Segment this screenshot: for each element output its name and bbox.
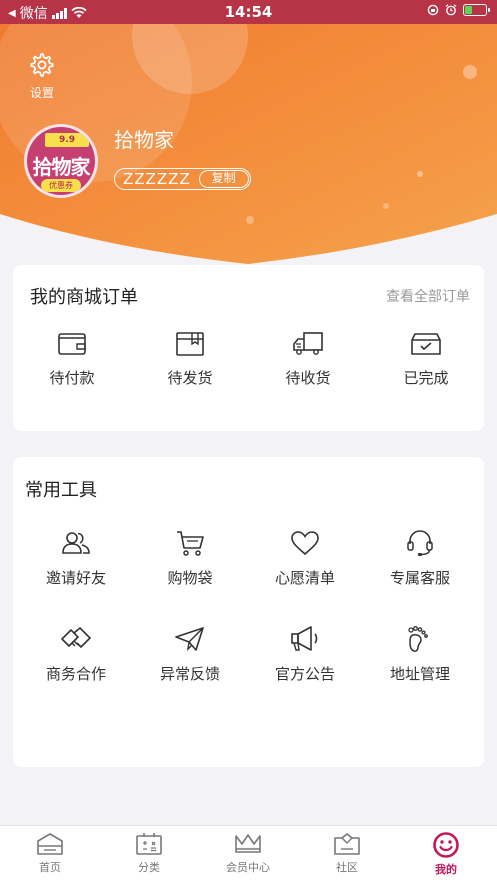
tab-community[interactable]: 社区: [307, 832, 387, 875]
battery-fill: [465, 6, 472, 14]
tool-shopping-bag[interactable]: 购物袋: [131, 529, 249, 588]
tool-label: 商务合作: [45, 665, 106, 683]
avatar[interactable]: 9.9 拾物家 优惠券: [24, 124, 98, 198]
status-bar-right: [427, 4, 490, 16]
tool-label: 心愿清单: [274, 569, 335, 587]
tool-customer-service[interactable]: 专属客服: [361, 529, 479, 588]
paper-plane-icon: [175, 627, 204, 651]
truck-icon: [293, 332, 323, 355]
tool-label: 异常反馈: [159, 665, 220, 683]
cart-icon: [177, 531, 204, 556]
view-all-orders-link[interactable]: 查看全部订单: [386, 286, 470, 306]
tab-label: 首页: [39, 861, 61, 874]
order-label: 已完成: [403, 369, 449, 387]
tab-bar: 首页 分类 会员中心 社区 我的: [0, 825, 497, 883]
user-id: ZZZZZZ: [123, 170, 191, 188]
category-icon: [136, 833, 162, 855]
order-completed[interactable]: 已完成: [367, 331, 485, 388]
order-label: 待发货: [167, 369, 213, 387]
orders-card: 我的商城订单 查看全部订单 待付款 待发货 待收货 已完成: [13, 265, 484, 431]
order-label: 待付款: [49, 369, 95, 387]
footprint-icon: [408, 626, 428, 652]
tab-label: 分类: [138, 861, 160, 874]
handshake-icon: [61, 627, 91, 648]
status-bar: ◀ 微信 14:54: [0, 0, 497, 24]
tab-category[interactable]: 分类: [109, 832, 189, 875]
home-icon: [37, 833, 63, 855]
tool-business-cooperation[interactable]: 商务合作: [17, 625, 135, 684]
tool-label: 地址管理: [389, 665, 450, 683]
status-time: 14:54: [224, 3, 273, 21]
smile-icon: [433, 832, 459, 858]
tab-home[interactable]: 首页: [10, 832, 90, 875]
box-check-icon: [411, 333, 441, 355]
users-icon: [62, 532, 90, 554]
package-icon: [176, 332, 204, 356]
order-label: 待收货: [285, 369, 331, 387]
tab-label: 我的: [435, 863, 457, 876]
user-id-pill: ZZZZZZ 复制: [114, 168, 251, 190]
tool-wishlist[interactable]: 心愿清单: [246, 529, 364, 588]
crown-icon: [235, 834, 261, 853]
wallet-icon: [58, 333, 86, 355]
heart-icon: [291, 531, 319, 556]
tool-feedback[interactable]: 异常反馈: [131, 625, 249, 684]
battery-icon: [463, 4, 490, 16]
tools-title: 常用工具: [25, 480, 97, 501]
orders-title: 我的商城订单: [30, 287, 138, 308]
user-name: 拾物家: [114, 128, 174, 152]
tool-label: 专属客服: [389, 569, 450, 587]
megaphone-icon: [291, 626, 318, 651]
tool-label: 官方公告: [274, 665, 335, 683]
headset-icon: [407, 530, 433, 556]
tab-member-center[interactable]: 会员中心: [208, 832, 288, 875]
rotation-lock-icon: [427, 4, 439, 16]
order-pending-payment[interactable]: 待付款: [13, 331, 131, 388]
avatar-logo-text: 拾物家: [32, 155, 91, 179]
order-pending-receipt[interactable]: 待收货: [249, 331, 367, 388]
tab-label: 社区: [336, 861, 358, 874]
tab-mine[interactable]: 我的: [406, 832, 486, 877]
gear-icon: [30, 53, 54, 77]
alarm-icon: [445, 4, 457, 16]
settings-button[interactable]: 设置: [24, 52, 60, 101]
tool-invite-friends[interactable]: 邀请好友: [17, 529, 135, 588]
tool-label: 购物袋: [167, 569, 213, 587]
tool-announcement[interactable]: 官方公告: [246, 625, 364, 684]
profile-header: 设置 9.9 拾物家 优惠券 拾物家 ZZZZZZ 复制: [0, 24, 497, 274]
tab-label: 会员中心: [226, 861, 270, 874]
avatar-coupon-label: 优惠券: [41, 179, 81, 192]
order-pending-shipment[interactable]: 待发货: [131, 331, 249, 388]
copy-button[interactable]: 复制: [198, 170, 249, 188]
tool-address-management[interactable]: 地址管理: [361, 625, 479, 684]
tools-card: 常用工具 邀请好友 购物袋 心愿清单 专属客服 商务合作 异常反馈 官方公告 地…: [13, 457, 484, 767]
settings-label: 设置: [29, 86, 54, 100]
tool-label: 邀请好友: [45, 569, 106, 587]
community-icon: [334, 833, 360, 855]
avatar-price-tag: 9.9: [45, 133, 89, 147]
